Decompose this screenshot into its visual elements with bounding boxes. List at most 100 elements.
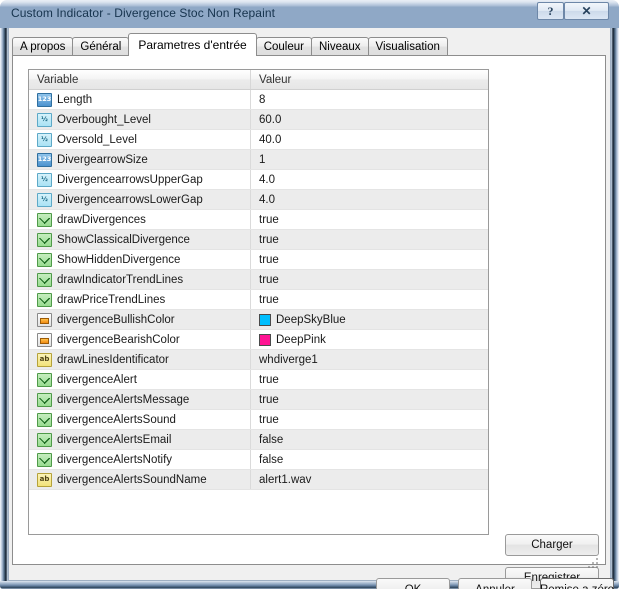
table-row[interactable]: ½ Overbought_Level 60.0 — [29, 110, 488, 130]
column-header-valeur: Valeur — [259, 73, 292, 86]
cell-value[interactable]: 1 — [251, 150, 488, 169]
cell-value[interactable]: true — [251, 290, 488, 309]
table-row[interactable]: ab drawLinesIdentificator whdiverge1 — [29, 350, 488, 370]
bool-icon — [37, 252, 52, 267]
cancel-button[interactable]: Annuler — [458, 578, 532, 589]
cell-variable: drawIndicatorTrendLines — [29, 270, 251, 289]
variable-name: drawPriceTrendLines — [57, 293, 166, 306]
value-text: 4.0 — [259, 193, 275, 206]
table-row[interactable]: divergenceAlertsEmail false — [29, 430, 488, 450]
bool-icon — [37, 432, 52, 447]
cell-value[interactable]: true — [251, 410, 488, 429]
table-row[interactable]: divergenceAlert true — [29, 370, 488, 390]
double-icon: ½ — [37, 132, 52, 147]
table-row[interactable]: 123 DivergearrowSize 1 — [29, 150, 488, 170]
variable-name: divergenceAlertsSound — [57, 413, 176, 426]
value-text: false — [259, 453, 284, 466]
color-icon — [37, 332, 52, 347]
value-text: whdiverge1 — [259, 353, 318, 366]
cell-value[interactable]: true — [251, 230, 488, 249]
cell-variable: ab drawLinesIdentificator — [29, 350, 251, 369]
cell-value[interactable]: DeepSkyBlue — [251, 310, 488, 329]
variable-name: divergenceAlertsEmail — [57, 433, 172, 446]
tab-g-n-ral[interactable]: Général — [72, 37, 130, 56]
value-text: 60.0 — [259, 113, 282, 126]
cell-value[interactable]: false — [251, 450, 488, 469]
cell-value[interactable]: whdiverge1 — [251, 350, 488, 369]
tab-strip: A propos Général Parametres d'entrée Couleu… — [12, 33, 448, 56]
cell-variable: drawPriceTrendLines — [29, 290, 251, 309]
cell-value[interactable]: true — [251, 250, 488, 269]
ok-button[interactable]: OK — [376, 578, 450, 589]
variable-name: divergenceBullishColor — [57, 313, 175, 326]
table-row[interactable]: ½ Oversold_Level 40.0 — [29, 130, 488, 150]
bool-icon — [37, 292, 52, 307]
cell-value[interactable]: true — [251, 270, 488, 289]
tab-couleur[interactable]: Couleur — [255, 37, 312, 56]
cell-value[interactable]: 40.0 — [251, 130, 488, 149]
table-row[interactable]: ½ DivergencearrowsUpperGap 4.0 — [29, 170, 488, 190]
tab-visualisation[interactable]: Visualisation — [367, 37, 448, 56]
window-title: Custom Indicator - Divergence Stoc Non R… — [11, 6, 276, 20]
cell-variable: ½ DivergencearrowsUpperGap — [29, 170, 251, 189]
cell-value[interactable]: 4.0 — [251, 190, 488, 209]
value-text: 40.0 — [259, 133, 282, 146]
reset-button[interactable]: Remise a zéro — [540, 578, 614, 589]
color-swatch — [259, 313, 271, 326]
cell-value[interactable]: true — [251, 370, 488, 389]
table-row[interactable]: ab divergenceAlertsSoundName alert1.wav — [29, 470, 488, 490]
table-row[interactable]: divergenceBearishColor DeepPink — [29, 330, 488, 350]
tab-parametres-d-entr-e[interactable]: Parametres d'entrée — [128, 33, 257, 56]
close-button[interactable]: ✕ — [564, 2, 609, 20]
value-text: true — [259, 293, 279, 306]
cell-value[interactable]: 8 — [251, 90, 488, 109]
color-swatch — [259, 333, 271, 346]
cell-value[interactable]: false — [251, 430, 488, 449]
tab-niveaux[interactable]: Niveaux — [310, 37, 369, 56]
cell-value[interactable]: 60.0 — [251, 110, 488, 129]
cell-variable: ½ DivergencearrowsLowerGap — [29, 190, 251, 209]
cell-value[interactable]: DeepPink — [251, 330, 488, 349]
parameters-table[interactable]: Variable Valeur 123 Length 8 ½ Overbought_Le… — [28, 69, 489, 535]
cell-variable: divergenceAlertsSound — [29, 410, 251, 429]
cell-value[interactable]: alert1.wav — [251, 470, 488, 489]
bool-icon — [37, 452, 52, 467]
resize-grip-icon[interactable] — [588, 558, 599, 569]
table-row[interactable]: divergenceAlertsSound true — [29, 410, 488, 430]
table-row[interactable]: drawPriceTrendLines true — [29, 290, 488, 310]
string-icon: ab — [37, 472, 52, 487]
cell-variable: divergenceAlertsEmail — [29, 430, 251, 449]
cell-variable: divergenceAlert — [29, 370, 251, 389]
cell-variable: 123 DivergearrowSize — [29, 150, 251, 169]
title-bar: Custom Indicator - Divergence Stoc Non R… — [0, 0, 619, 28]
variable-name: DivergencearrowsUpperGap — [57, 173, 203, 186]
dialog-window: Custom Indicator - Divergence Stoc Non R… — [0, 0, 619, 589]
table-row[interactable]: ShowHiddenDivergence true — [29, 250, 488, 270]
variable-name: Length — [57, 93, 93, 106]
cell-variable: divergenceBearishColor — [29, 330, 251, 349]
dialog-client-area: A propos Général Parametres d'entrée Couleu… — [8, 28, 614, 589]
value-text: 4.0 — [259, 173, 275, 186]
cell-value[interactable]: true — [251, 210, 488, 229]
table-row[interactable]: ShowClassicalDivergence true — [29, 230, 488, 250]
table-row[interactable]: drawIndicatorTrendLines true — [29, 270, 488, 290]
table-row[interactable]: ½ DivergencearrowsLowerGap 4.0 — [29, 190, 488, 210]
variable-name: drawIndicatorTrendLines — [57, 273, 184, 286]
value-text: 8 — [259, 93, 266, 106]
int-icon: 123 — [37, 92, 52, 107]
cell-variable: ab divergenceAlertsSoundName — [29, 470, 251, 489]
table-row[interactable]: divergenceAlertsMessage true — [29, 390, 488, 410]
table-row[interactable]: drawDivergences true — [29, 210, 488, 230]
value-text: false — [259, 433, 284, 446]
value-text: true — [259, 273, 279, 286]
cell-value[interactable]: 4.0 — [251, 170, 488, 189]
cell-variable: divergenceAlertsNotify — [29, 450, 251, 469]
table-row[interactable]: 123 Length 8 — [29, 90, 488, 110]
charger-button[interactable]: Charger — [505, 534, 599, 556]
cell-variable: divergenceAlertsMessage — [29, 390, 251, 409]
tab-a-propos[interactable]: A propos — [12, 37, 74, 56]
table-row[interactable]: divergenceAlertsNotify false — [29, 450, 488, 470]
help-button[interactable]: ? — [537, 2, 564, 20]
cell-value[interactable]: true — [251, 390, 488, 409]
table-row[interactable]: divergenceBullishColor DeepSkyBlue — [29, 310, 488, 330]
